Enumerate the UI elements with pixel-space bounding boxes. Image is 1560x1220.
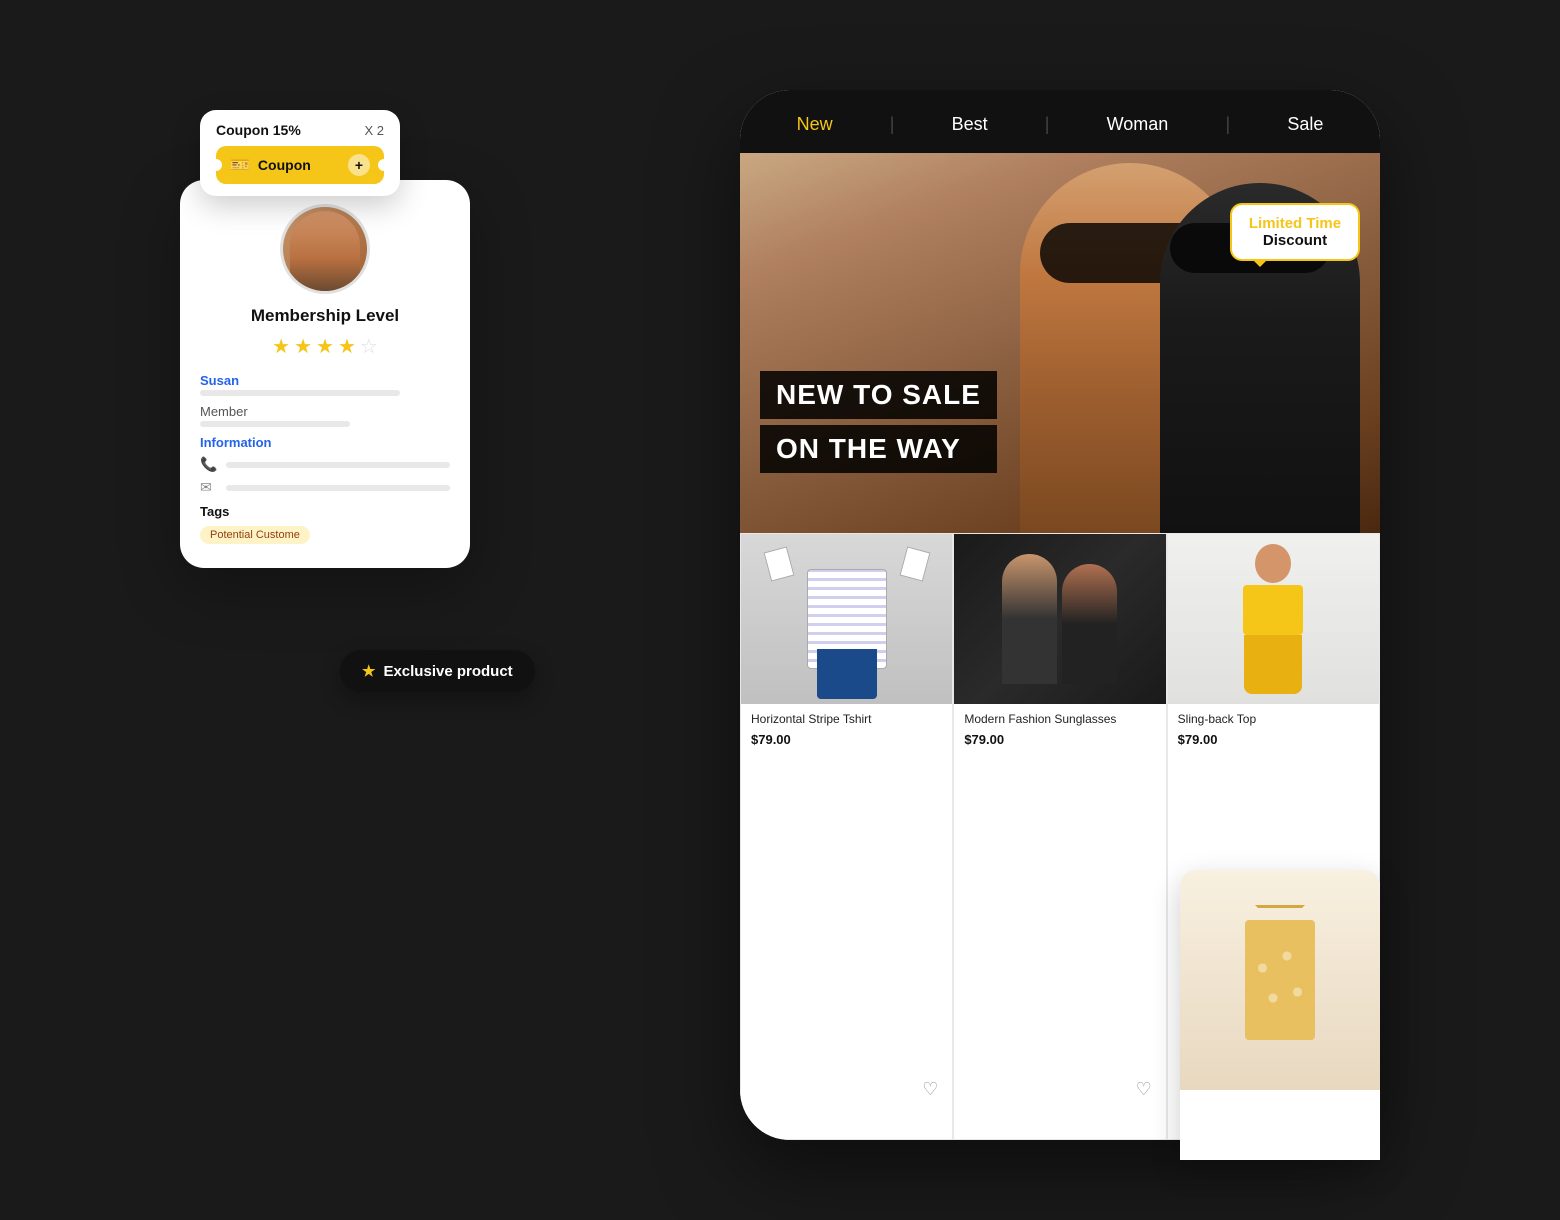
speech-bubble-line2: Discount xyxy=(1246,232,1344,249)
yellow-top-art xyxy=(1243,585,1303,634)
nav-item-woman[interactable]: Woman xyxy=(1099,110,1177,139)
tshirt-sleeve-right xyxy=(899,546,930,581)
coupon-card: Coupon 15% X 2 🎫 Coupon + xyxy=(200,110,400,196)
star-5: ☆ xyxy=(360,334,378,359)
product-name-2: Sling-back Top xyxy=(1178,712,1369,728)
information-label: Information xyxy=(200,435,450,450)
email-info-row: ✉ xyxy=(200,479,450,496)
ticket-icon: 🎫 xyxy=(230,155,250,175)
product-info-0: Horizontal Stripe Tshirt $79.00 xyxy=(741,704,952,1139)
fashion-figures xyxy=(1002,554,1117,684)
phone-bar xyxy=(226,462,450,468)
user-name-label: Susan xyxy=(200,373,450,388)
star-2: ★ xyxy=(294,334,312,359)
email-bar xyxy=(226,485,450,491)
fashion-art-wrap xyxy=(954,534,1165,704)
membership-title: Membership Level xyxy=(200,306,450,326)
tags-label: Tags xyxy=(200,504,450,519)
heart-btn-0[interactable]: ♡ xyxy=(916,1075,944,1103)
exclusive-badge: ★ Exclusive product xyxy=(340,650,535,692)
partial-art xyxy=(1180,870,1380,1090)
star-3: ★ xyxy=(316,334,334,359)
coupon-count: X 2 xyxy=(364,123,384,138)
exclusive-star-icon: ★ xyxy=(362,662,375,680)
nav-item-best[interactable]: Best xyxy=(944,110,996,139)
yellow-art-wrap xyxy=(1168,534,1379,704)
avatar-figure xyxy=(290,211,360,291)
exclusive-label: Exclusive product xyxy=(383,663,512,680)
coupon-title: Coupon 15% xyxy=(216,122,301,138)
tags-section: Tags Potential Custome xyxy=(200,504,450,544)
user-name-bar xyxy=(200,390,400,396)
nav-item-sale[interactable]: Sale xyxy=(1279,110,1331,139)
email-icon: ✉ xyxy=(200,479,218,496)
tshirt-sleeve-left xyxy=(763,546,794,581)
fashion-figure-2 xyxy=(1062,564,1117,684)
product-name-1: Modern Fashion Sunglasses xyxy=(964,712,1155,728)
product-price-2: $79.00 xyxy=(1178,732,1369,747)
product-img-0 xyxy=(741,534,952,704)
star-1: ★ xyxy=(272,334,290,359)
nav-item-new[interactable]: New xyxy=(789,110,841,139)
product-price-0: $79.00 xyxy=(751,732,942,747)
speech-bubble-line1: Limited Time xyxy=(1246,215,1344,232)
hero-line1: NEW TO SALE xyxy=(760,371,997,419)
product-img-2 xyxy=(1168,534,1379,704)
heart-btn-1[interactable]: ♡ xyxy=(1130,1075,1158,1103)
stars-row: ★ ★ ★ ★ ☆ xyxy=(200,334,450,359)
hero-line2: ON THE WAY xyxy=(760,425,997,473)
phone-icon: 📞 xyxy=(200,456,218,473)
tshirt-art-wrap xyxy=(741,534,952,704)
user-role: Member xyxy=(200,404,450,419)
product-card-0[interactable]: Horizontal Stripe Tshirt $79.00 ♡ xyxy=(740,533,953,1140)
coupon-ticket[interactable]: 🎫 Coupon + xyxy=(216,146,384,184)
tag-pill[interactable]: Potential Custome xyxy=(200,526,310,544)
product-name-0: Horizontal Stripe Tshirt xyxy=(751,712,942,728)
product-card-1[interactable]: Modern Fashion Sunglasses $79.00 ♡ xyxy=(953,533,1166,1140)
partial-top xyxy=(1245,920,1315,1040)
coupon-header: Coupon 15% X 2 xyxy=(216,122,384,138)
product-info-1: Modern Fashion Sunglasses $79.00 xyxy=(954,704,1165,1139)
product-price-1: $79.00 xyxy=(964,732,1155,747)
star-4: ★ xyxy=(338,334,356,359)
partial-product-card[interactable] xyxy=(1180,870,1380,1160)
coupon-label: Coupon xyxy=(258,157,311,173)
floral-pattern xyxy=(1245,920,1315,1040)
scene: Coupon 15% X 2 🎫 Coupon + Membership Lev… xyxy=(180,60,1380,1160)
user-role-bar xyxy=(200,421,350,427)
profile-card: Membership Level ★ ★ ★ ★ ☆ Susan Member … xyxy=(180,180,470,568)
fashion-figure-1 xyxy=(1002,554,1057,684)
phone-nav: New | Best | Woman | Sale xyxy=(740,90,1380,153)
speech-bubble: Limited Time Discount xyxy=(1230,203,1360,261)
yellow-bottom-art xyxy=(1244,635,1302,694)
hero-overlay-text: NEW TO SALE ON THE WAY xyxy=(760,371,997,473)
tshirt-figure-wrap xyxy=(787,539,907,699)
avatar xyxy=(280,204,370,294)
yellow-figure xyxy=(1238,544,1308,694)
phone-info-row: 📞 xyxy=(200,456,450,473)
product-img-1 xyxy=(954,534,1165,704)
person-legs xyxy=(817,649,877,699)
yellow-head xyxy=(1255,544,1291,583)
hero-banner: Limited Time Discount NEW TO SALE ON THE… xyxy=(740,153,1380,533)
avatar-wrap xyxy=(200,204,450,294)
coupon-add-button[interactable]: + xyxy=(348,154,370,176)
